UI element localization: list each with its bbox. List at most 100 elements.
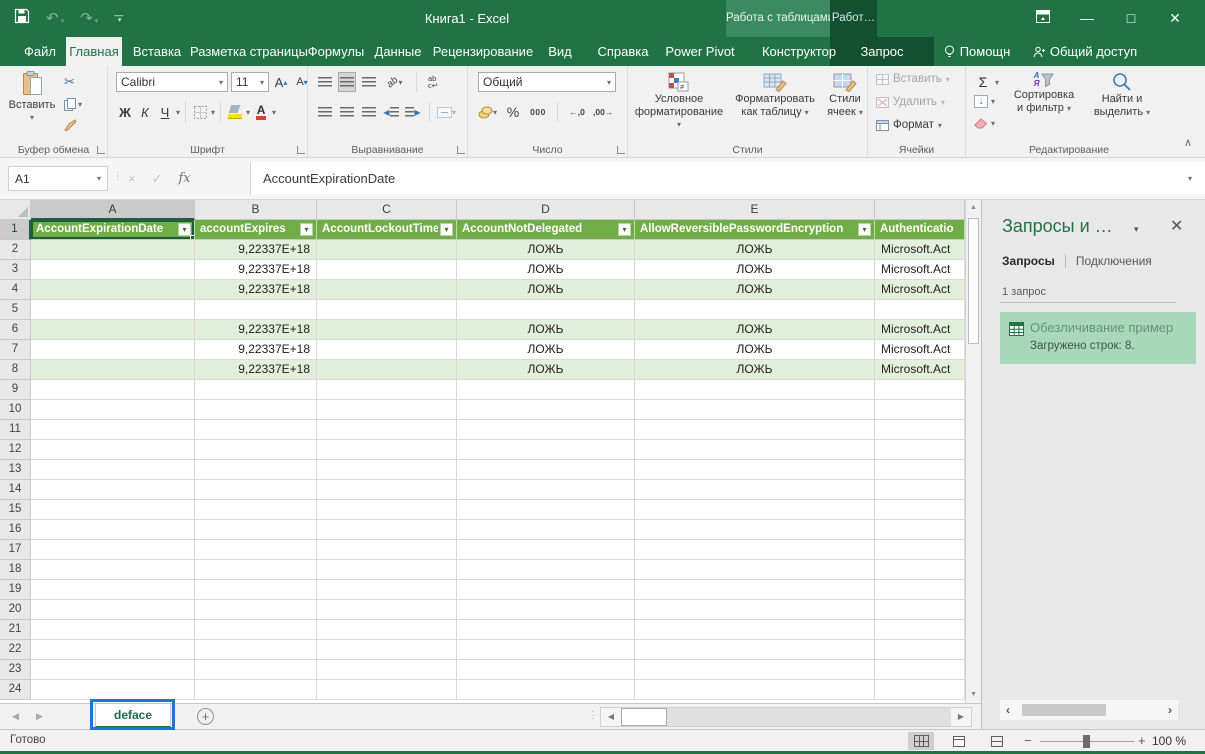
scroll-left-arrow[interactable]: ◀ (601, 708, 621, 726)
cell-E10[interactable] (635, 400, 875, 420)
cell-B24[interactable] (195, 680, 317, 700)
cell-A18[interactable] (31, 560, 195, 580)
cell-A8[interactable] (31, 360, 195, 380)
cell-A20[interactable] (31, 600, 195, 620)
cell-F13[interactable] (875, 460, 965, 480)
cell-F10[interactable] (875, 400, 965, 420)
underline-dropdown[interactable]: ▾ (176, 108, 180, 117)
tab-design[interactable]: Конструктор (750, 37, 848, 66)
table-header-C1[interactable]: AccountLockoutTime▾ (317, 220, 457, 240)
row-header-20[interactable]: 20 (0, 600, 31, 620)
row-header-2[interactable]: 2 (0, 240, 31, 260)
cell-C8[interactable] (317, 360, 457, 380)
row-header-14[interactable]: 14 (0, 480, 31, 500)
cell-F7[interactable]: Microsoft.Act (875, 340, 965, 360)
horizontal-scroll-thumb[interactable] (621, 708, 667, 726)
cell-D3[interactable]: ЛОЖЬ (457, 260, 635, 280)
column-header-B[interactable]: B (195, 200, 317, 220)
cell-F22[interactable] (875, 640, 965, 660)
cell-D4[interactable]: ЛОЖЬ (457, 280, 635, 300)
cell-C14[interactable] (317, 480, 457, 500)
cell-E6[interactable]: ЛОЖЬ (635, 320, 875, 340)
minimize-button[interactable]: — (1065, 0, 1109, 37)
save-button[interactable] (14, 8, 30, 29)
cell-C7[interactable] (317, 340, 457, 360)
page-break-view-button[interactable] (984, 732, 1010, 750)
table-header-D1[interactable]: AccountNotDelegated▾ (457, 220, 635, 240)
cell-C5[interactable] (317, 300, 457, 320)
panel-scroll-right[interactable]: › (1162, 703, 1178, 717)
borders-dropdown[interactable]: ▾ (211, 108, 215, 117)
tab-help[interactable]: Справка (594, 37, 652, 66)
cell-D19[interactable] (457, 580, 635, 600)
zoom-level[interactable]: 100 % (1152, 734, 1186, 748)
cell-E16[interactable] (635, 520, 875, 540)
cell-B11[interactable] (195, 420, 317, 440)
row-header-5[interactable]: 5 (0, 300, 31, 320)
row-header-9[interactable]: 9 (0, 380, 31, 400)
panel-title-dropdown[interactable]: ▾ (1134, 224, 1139, 235)
cell-E21[interactable] (635, 620, 875, 640)
cell-A14[interactable] (31, 480, 195, 500)
orientation-button[interactable]: ab▾ (386, 72, 404, 92)
name-box[interactable]: A1▾ (8, 166, 108, 191)
cell-E24[interactable] (635, 680, 875, 700)
decrease-decimal-button[interactable]: ,00→ (593, 102, 613, 122)
number-dialog-launcher[interactable] (617, 146, 625, 154)
column-header-F[interactable] (875, 200, 965, 220)
table-header-A1[interactable]: AccountExpirationDate▾ (31, 220, 195, 240)
cell-F12[interactable] (875, 440, 965, 460)
row-header-7[interactable]: 7 (0, 340, 31, 360)
panel-tab-connections[interactable]: Подключения (1076, 254, 1152, 268)
alignment-dialog-launcher[interactable] (457, 146, 465, 154)
increase-decimal-button[interactable]: ←,0 (568, 102, 586, 122)
cell-A12[interactable] (31, 440, 195, 460)
cell-C22[interactable] (317, 640, 457, 660)
cell-A16[interactable] (31, 520, 195, 540)
customize-qat-button[interactable]: —▾ (114, 12, 123, 24)
cell-B5[interactable] (195, 300, 317, 320)
ribbon-display-options-button[interactable] (1021, 0, 1065, 37)
cell-B14[interactable] (195, 480, 317, 500)
cell-E15[interactable] (635, 500, 875, 520)
cell-A6[interactable] (31, 320, 195, 340)
filter-button-C[interactable]: ▾ (440, 223, 453, 236)
comma-style-button[interactable]: 000 (529, 102, 547, 122)
tab-review[interactable]: Рецензирование (430, 37, 536, 66)
cell-E17[interactable] (635, 540, 875, 560)
close-button[interactable]: ✕ (1153, 0, 1197, 37)
cell-F21[interactable] (875, 620, 965, 640)
copy-button[interactable]: ▾ (64, 98, 82, 111)
cell-D5[interactable] (457, 300, 635, 320)
tab-view[interactable]: Вид (540, 37, 580, 66)
italic-button[interactable]: К (136, 102, 154, 122)
cell-C21[interactable] (317, 620, 457, 640)
cell-E2[interactable]: ЛОЖЬ (635, 240, 875, 260)
autosum-button[interactable]: Σ (974, 72, 992, 92)
cell-E5[interactable] (635, 300, 875, 320)
clear-dropdown[interactable]: ▾ (991, 119, 995, 128)
zoom-in-button[interactable]: + (1138, 733, 1146, 748)
namebox-resize-handle[interactable]: ⋮ (113, 171, 123, 182)
add-sheet-button[interactable]: + (197, 708, 214, 725)
cell-C24[interactable] (317, 680, 457, 700)
cell-A24[interactable] (31, 680, 195, 700)
tab-file[interactable]: Файл (14, 37, 66, 66)
row-header-8[interactable]: 8 (0, 360, 31, 380)
cell-C13[interactable] (317, 460, 457, 480)
align-middle-button[interactable] (338, 72, 356, 92)
cell-F19[interactable] (875, 580, 965, 600)
filter-button-E[interactable]: ▾ (858, 223, 871, 236)
font-color-dropdown[interactable]: ▾ (272, 108, 276, 117)
cell-B23[interactable] (195, 660, 317, 680)
cell-F6[interactable]: Microsoft.Act (875, 320, 965, 340)
table-header-E1[interactable]: AllowReversiblePasswordEncryption▾ (635, 220, 875, 240)
cell-A10[interactable] (31, 400, 195, 420)
cell-E9[interactable] (635, 380, 875, 400)
cell-C23[interactable] (317, 660, 457, 680)
formula-input[interactable]: AccountExpirationDate (250, 162, 1205, 195)
cell-B21[interactable] (195, 620, 317, 640)
align-top-button[interactable] (316, 72, 334, 92)
row-header-1[interactable]: 1 (0, 220, 31, 240)
fill-color-button[interactable] (226, 102, 244, 122)
